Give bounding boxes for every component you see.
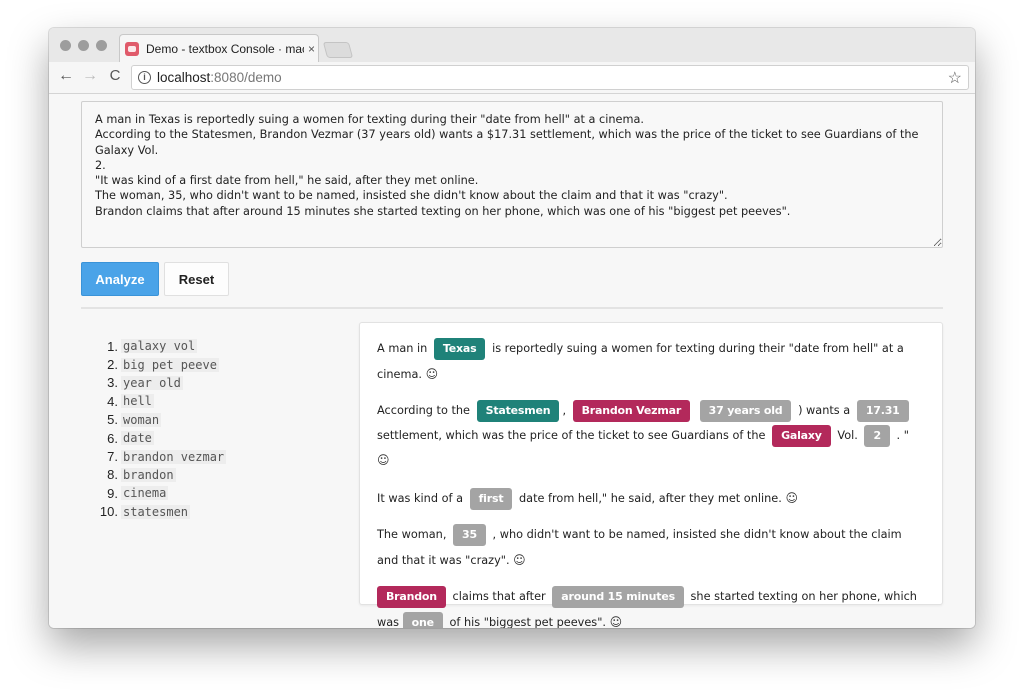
keyword-text: date	[121, 431, 154, 446]
result-paragraph: A man in Texas is reportedly suing a wom…	[377, 337, 925, 387]
keyword-item: 5. woman	[107, 412, 162, 428]
keyword-item: 10. statesmen	[99, 504, 191, 520]
divider	[81, 307, 943, 309]
smiley-icon: ☺	[377, 453, 390, 467]
entity-person: Brandon Vezmar	[572, 400, 691, 422]
smiley-icon: ☺	[609, 614, 623, 629]
smiley-icon: ☺	[513, 552, 526, 567]
bookmark-star-icon[interactable]: ☆	[948, 68, 962, 88]
keyword-text: year old	[121, 375, 183, 390]
tab-bar: Demo - textbox Console · mac ×	[49, 28, 975, 63]
smiley-icon: ☺	[425, 366, 439, 381]
keyword-item: 8. brandon	[107, 467, 176, 483]
entity-number: 37 years old	[699, 400, 792, 422]
entity-results-panel: A man in Texas is reportedly suing a wom…	[359, 322, 943, 628]
keyword-item: 1. galaxy vol	[107, 338, 198, 354]
result-paragraph: It was kind of a first date from hell," …	[377, 486, 925, 512]
browser-tab-content[interactable]: Demo - textbox Console · mac ×	[125, 36, 315, 62]
close-window-button[interactable]	[60, 40, 71, 51]
result-paragraph: According to the Statesmen, Brandon Vezm…	[377, 399, 925, 474]
url-host: localhost	[157, 70, 211, 85]
entity-time: around 15 minutes	[552, 586, 684, 608]
forward-arrow-icon[interactable]: →	[80, 67, 100, 85]
robot-favicon-icon	[125, 42, 139, 56]
browser-window: Demo - textbox Console · mac × ← → C i l…	[49, 28, 975, 628]
smiley-icon: ☺	[785, 490, 798, 505]
keyword-text: galaxy vol	[121, 339, 198, 354]
new-tab-button[interactable]	[322, 42, 354, 58]
info-icon[interactable]: i	[138, 71, 151, 84]
keyword-text: statesmen	[121, 504, 191, 519]
reset-button[interactable]: Reset	[164, 262, 229, 296]
entity-number: first	[469, 487, 513, 510]
entity-number: 35	[453, 524, 486, 546]
keyword-text: brandon vezmar	[121, 449, 227, 464]
minimize-window-button[interactable]	[78, 40, 89, 51]
keyword-item: 6. date	[107, 430, 154, 446]
entity-person: Brandon	[377, 586, 446, 608]
keyword-text: woman	[121, 412, 162, 427]
entity-number: 17.31	[856, 400, 909, 422]
reload-icon[interactable]: C	[105, 67, 125, 84]
keyword-text: big pet peeve	[121, 357, 219, 372]
tab-title: Demo - textbox Console · mac	[146, 42, 304, 56]
keyword-item: 2. big pet peeve	[107, 357, 219, 373]
keyword-item: 9. cinema	[107, 485, 169, 501]
result-paragraph: Brandon claims that after around 15 minu…	[377, 585, 925, 628]
url-path: :8080/demo	[210, 70, 282, 85]
entity-location: Texas	[433, 338, 486, 360]
close-tab-icon[interactable]: ×	[308, 42, 315, 56]
text-input-area[interactable]: A man in Texas is reportedly suing a wom…	[81, 101, 943, 248]
keyword-list: 1. galaxy vol 2. big pet peeve 3. year old …	[93, 337, 313, 521]
back-arrow-icon[interactable]: ←	[56, 67, 76, 85]
keyword-text: brandon	[121, 467, 176, 482]
keyword-item: 7. brandon vezmar	[107, 449, 227, 465]
entity-number: one	[402, 611, 443, 628]
analyze-button[interactable]: Analyze	[81, 262, 159, 296]
result-paragraph: The woman, 35 , who didn't want to be na…	[377, 523, 925, 573]
keyword-text: cinema	[121, 486, 169, 501]
entity-organization: Statesmen	[476, 400, 560, 422]
keyword-item: 4. hell	[107, 393, 154, 409]
page-content: A man in Texas is reportedly suing a wom…	[49, 95, 975, 628]
entity-number: 2	[864, 424, 890, 447]
address-bar[interactable]: i localhost :8080/demo ☆	[131, 65, 969, 90]
maximize-window-button[interactable]	[96, 40, 107, 51]
keyword-text: hell	[121, 394, 154, 409]
browser-toolbar: ← → C i localhost :8080/demo ☆	[49, 62, 975, 94]
entity-person: Galaxy	[772, 424, 831, 447]
keyword-item: 3. year old	[107, 375, 183, 391]
